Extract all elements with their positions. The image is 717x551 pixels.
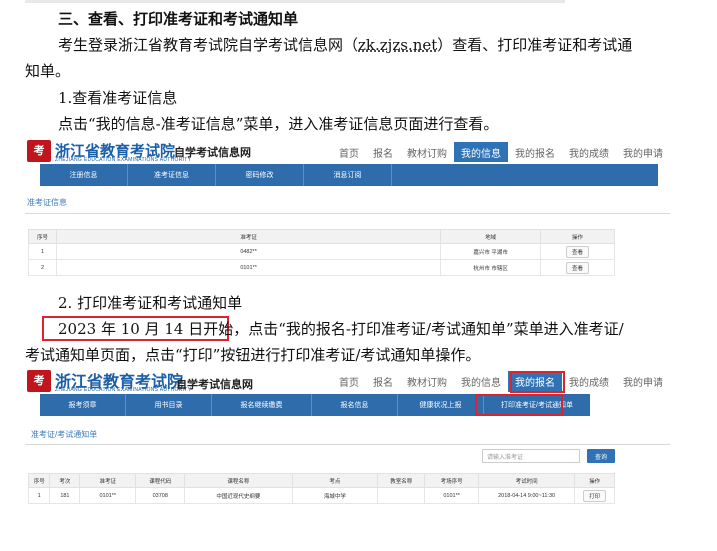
- col-course: 课程名称: [184, 473, 293, 488]
- notice-table: 序号 考次 准考证 课程代码 课程名称 考点 教室名称 考场序号 考试时间 操作…: [27, 473, 615, 504]
- col-action: 操作: [540, 229, 615, 244]
- cell-course: 中国近现代史纲要: [184, 487, 293, 504]
- print-button[interactable]: 打印: [583, 489, 607, 502]
- cell-action: 查看: [540, 259, 615, 276]
- subnav-payment[interactable]: 报名继续缴费: [212, 394, 312, 416]
- step2-title: 2. 打印准考证和考试通知单: [58, 294, 243, 312]
- subnav-notice[interactable]: 报考须章: [40, 394, 126, 416]
- step2-line-1: 2023 年 10 月 14 日开始，点击“我的报名-打印准考证/考试通知单”菜…: [58, 318, 624, 340]
- cell-region: 嘉兴市 平湖市: [440, 243, 542, 260]
- cell-room: [377, 487, 426, 504]
- subnav-ticket-info[interactable]: 准考证信息: [128, 164, 216, 186]
- nav-my-request[interactable]: 我的申请: [616, 142, 670, 162]
- cell-region: 杭州市 市辖区: [440, 259, 542, 276]
- cell-ticket: 0482**: [55, 243, 442, 260]
- col-no: 序号: [27, 473, 51, 488]
- sub-nav-1: 注册信息 准考证信息 密码修改 消息订阅: [40, 164, 658, 186]
- nav-my-request[interactable]: 我的申请: [616, 371, 670, 392]
- col-ticket: 准考证: [79, 473, 137, 488]
- cell-time: 2018-04-14 9:00~11:30: [477, 487, 576, 504]
- logo-icon: 考: [27, 140, 51, 162]
- nav-textbook[interactable]: 教材订购: [400, 371, 454, 392]
- step1-desc: 点击“我的信息-准考证信息”菜单，进入准考证信息页面进行查看。: [58, 115, 499, 133]
- step2-desc-a: ，点击“我的报名-打印准考证/考试通知单”菜单进入准考证/: [233, 320, 624, 338]
- screenshot-my-info: 考 浙江省教育考试院 ZHEJIANG EDUCATION EXAMINATIO…: [25, 138, 670, 288]
- nav-my-apply[interactable]: 我的报名: [508, 142, 562, 162]
- subnav-password[interactable]: 密码修改: [216, 164, 304, 186]
- cell-code: 03708: [135, 487, 186, 504]
- subnav-health[interactable]: 健康状况上报: [398, 394, 484, 416]
- nav-my-info[interactable]: 我的信息: [454, 142, 508, 162]
- col-ticket: 准考证: [55, 229, 442, 244]
- site-subtitle: 自学考试信息网: [174, 146, 251, 159]
- ticket-table: 序号 准考证 地域 操作 1 0482** 嘉兴市 平湖市 查看 2 0101*…: [28, 229, 615, 276]
- cell-seat: 0101**: [424, 487, 479, 504]
- cell-no: 1: [27, 487, 51, 504]
- cell-no: 1: [28, 243, 57, 260]
- nav-home[interactable]: 首页: [332, 142, 366, 162]
- col-code: 课程代码: [135, 473, 186, 488]
- view-button[interactable]: 查看: [566, 245, 590, 258]
- col-region: 地域: [440, 229, 542, 244]
- ticket-info-title: 准考证信息: [27, 198, 67, 207]
- table-row: 1 181 0101** 03708 中国近现代史纲要 海城中学 0101** …: [27, 487, 615, 504]
- table-row: 1 0482** 嘉兴市 平湖市 查看: [28, 243, 615, 260]
- col-room: 教室名称: [377, 473, 426, 488]
- nav-apply[interactable]: 报名: [366, 371, 400, 392]
- intro-line-1: 考生登录浙江省教育考试院自学考试信息网（zk.zjzs.net）查看、打印准考证…: [58, 34, 632, 56]
- col-site: 考点: [291, 473, 379, 488]
- site-name-en: ZHEJIANG EDUCATION EXAMINATIONS AUTHORIT…: [55, 387, 192, 393]
- site-name-en: ZHEJIANG EDUCATION EXAMINATIONS AUTHORIT…: [55, 157, 192, 163]
- intro-text-b: ）查看、打印准考证和考试通: [437, 36, 633, 54]
- top-nav-2: 首页 报名 教材订购 我的信息 我的报名 我的成绩 我的申请: [332, 371, 670, 392]
- subnav-highlight-box: [475, 394, 563, 416]
- step1-title: 1.查看准考证信息: [58, 89, 178, 107]
- view-button[interactable]: 查看: [566, 261, 590, 274]
- subnav-register-info[interactable]: 注册信息: [40, 164, 128, 186]
- ticket-search-input[interactable]: 请输入准考证: [482, 449, 580, 463]
- site-link[interactable]: zk.zjzs.net: [358, 36, 437, 54]
- cell-no: 2: [28, 259, 57, 276]
- col-session: 考次: [49, 473, 81, 488]
- intro-text-a: 考生登录浙江省教育考试院自学考试信息网（: [58, 36, 359, 54]
- screenshot-my-apply: 考 浙江省教育考试院 ZHEJIANG EDUCATION EXAMINATIO…: [25, 368, 670, 518]
- cell-action: 打印: [574, 487, 615, 504]
- search-button[interactable]: 查询: [587, 449, 615, 463]
- logo-icon: 考: [27, 370, 51, 392]
- intro-line-2: 知单。: [25, 62, 71, 80]
- top-strip: [25, 0, 565, 3]
- site-subtitle: 自学考试信息网: [176, 378, 253, 391]
- nav-my-score[interactable]: 我的成绩: [562, 371, 616, 392]
- divider: [25, 213, 670, 214]
- col-seat: 考场序号: [424, 473, 479, 488]
- nav-my-score[interactable]: 我的成绩: [562, 142, 616, 162]
- cell-ticket: 0101**: [55, 259, 442, 276]
- nav-textbook[interactable]: 教材订购: [400, 142, 454, 162]
- start-date: 2023 年 10 月 14 日开始: [58, 320, 234, 338]
- nav-apply[interactable]: 报名: [366, 142, 400, 162]
- divider: [25, 444, 670, 445]
- cell-session: 181: [49, 487, 81, 504]
- nav-my-info[interactable]: 我的信息: [454, 371, 508, 392]
- nav-highlight-box: [510, 371, 565, 393]
- cell-action: 查看: [540, 243, 615, 260]
- col-action: 操作: [574, 473, 615, 488]
- col-time: 考试时间: [477, 473, 576, 488]
- subnav-apply-info[interactable]: 报名信息: [312, 394, 398, 416]
- step2-line-2: 考试通知单页面，点击“打印”按钮进行打印准考证/考试通知单操作。: [25, 346, 481, 364]
- ticket-notice-title: 准考证/考试通知单: [31, 430, 98, 439]
- table-header: 序号 考次 准考证 课程代码 课程名称 考点 教室名称 考场序号 考试时间 操作: [27, 473, 615, 488]
- section-heading: 三、查看、打印准考证和考试通知单: [58, 10, 299, 28]
- table-header: 序号 准考证 地域 操作: [28, 229, 615, 244]
- cell-ticket: 0101**: [79, 487, 137, 504]
- top-nav-1: 首页 报名 教材订购 我的信息 我的报名 我的成绩 我的申请: [332, 142, 670, 162]
- col-no: 序号: [28, 229, 57, 244]
- table-row: 2 0101** 杭州市 市辖区 查看: [28, 259, 615, 276]
- nav-home[interactable]: 首页: [332, 371, 366, 392]
- subnav-subscribe[interactable]: 消息订阅: [304, 164, 392, 186]
- cell-site: 海城中学: [291, 487, 379, 504]
- subnav-book-list[interactable]: 用书目录: [126, 394, 212, 416]
